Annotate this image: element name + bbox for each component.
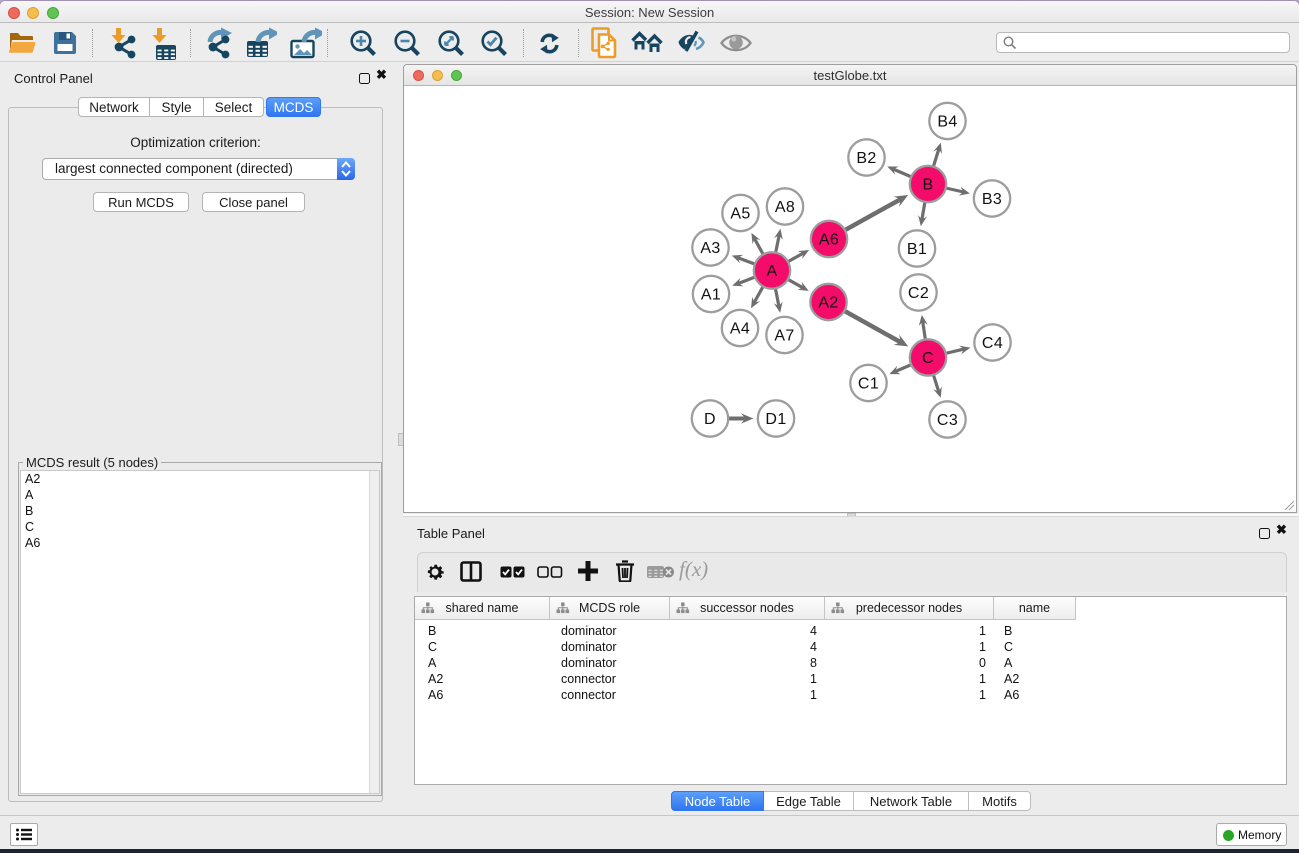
svg-text:A4: A4 [730,321,750,338]
svg-text:C: C [922,350,934,367]
svg-text:B2: B2 [856,150,876,167]
svg-text:A1: A1 [701,287,721,304]
svg-text:B: B [922,177,933,194]
svg-text:C2: C2 [908,285,929,302]
svg-text:A6: A6 [819,232,839,249]
svg-text:C1: C1 [858,376,879,393]
svg-text:A7: A7 [774,328,794,345]
svg-text:A2: A2 [818,295,838,312]
svg-text:B3: B3 [982,191,1002,208]
svg-text:A3: A3 [700,240,720,257]
svg-text:D1: D1 [765,411,786,428]
svg-text:C4: C4 [982,335,1003,352]
svg-text:B1: B1 [907,241,927,258]
svg-text:C3: C3 [937,412,958,429]
svg-text:D: D [704,411,716,428]
svg-text:A8: A8 [775,199,795,216]
svg-text:B4: B4 [937,114,957,131]
svg-text:A5: A5 [730,206,750,223]
svg-text:A: A [766,263,777,280]
